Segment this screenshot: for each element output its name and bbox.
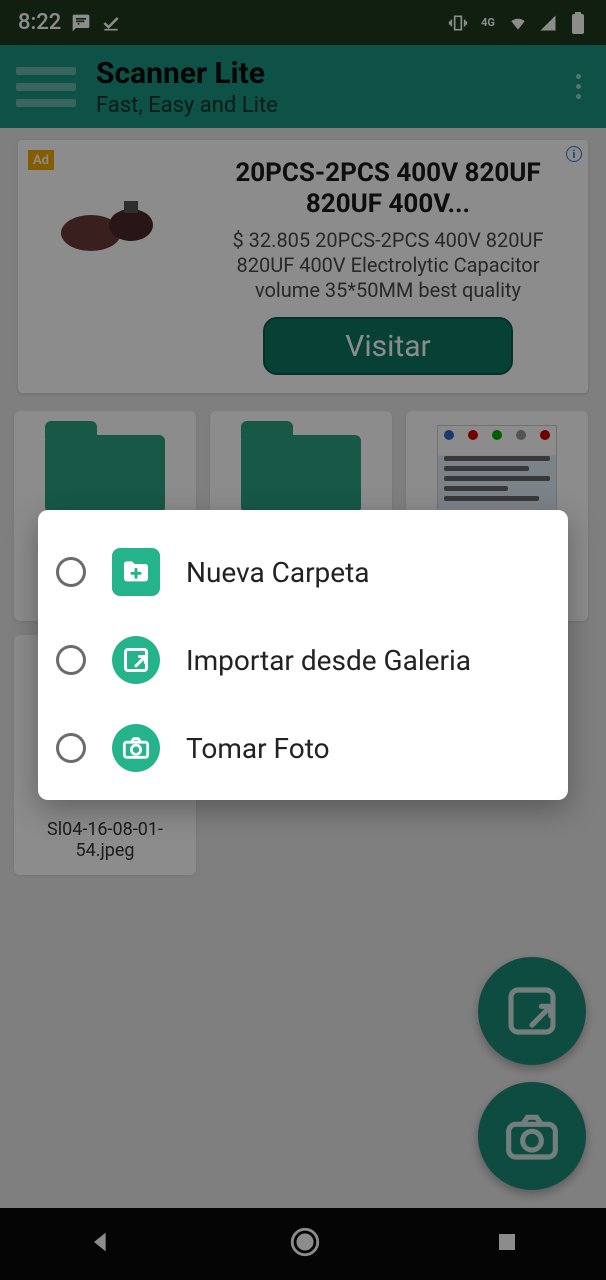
modal-item-take-photo[interactable]: Tomar Foto [56,714,550,782]
modal-label: Tomar Foto [186,732,330,765]
radio[interactable] [56,733,86,763]
camera-icon [112,724,160,772]
modal-label: Nueva Carpeta [186,556,370,589]
folder-plus-icon [112,548,160,596]
modal-item-new-folder[interactable]: Nueva Carpeta [56,538,550,626]
radio[interactable] [56,645,86,675]
radio[interactable] [56,557,86,587]
import-icon [112,636,160,684]
modal-label: Importar desde Galeria [186,644,471,677]
screen: 8:22 4G [0,0,606,1280]
action-dialog: Nueva Carpeta Importar desde Galeria Tom… [38,510,568,800]
modal-item-import-gallery[interactable]: Importar desde Galeria [56,626,550,714]
